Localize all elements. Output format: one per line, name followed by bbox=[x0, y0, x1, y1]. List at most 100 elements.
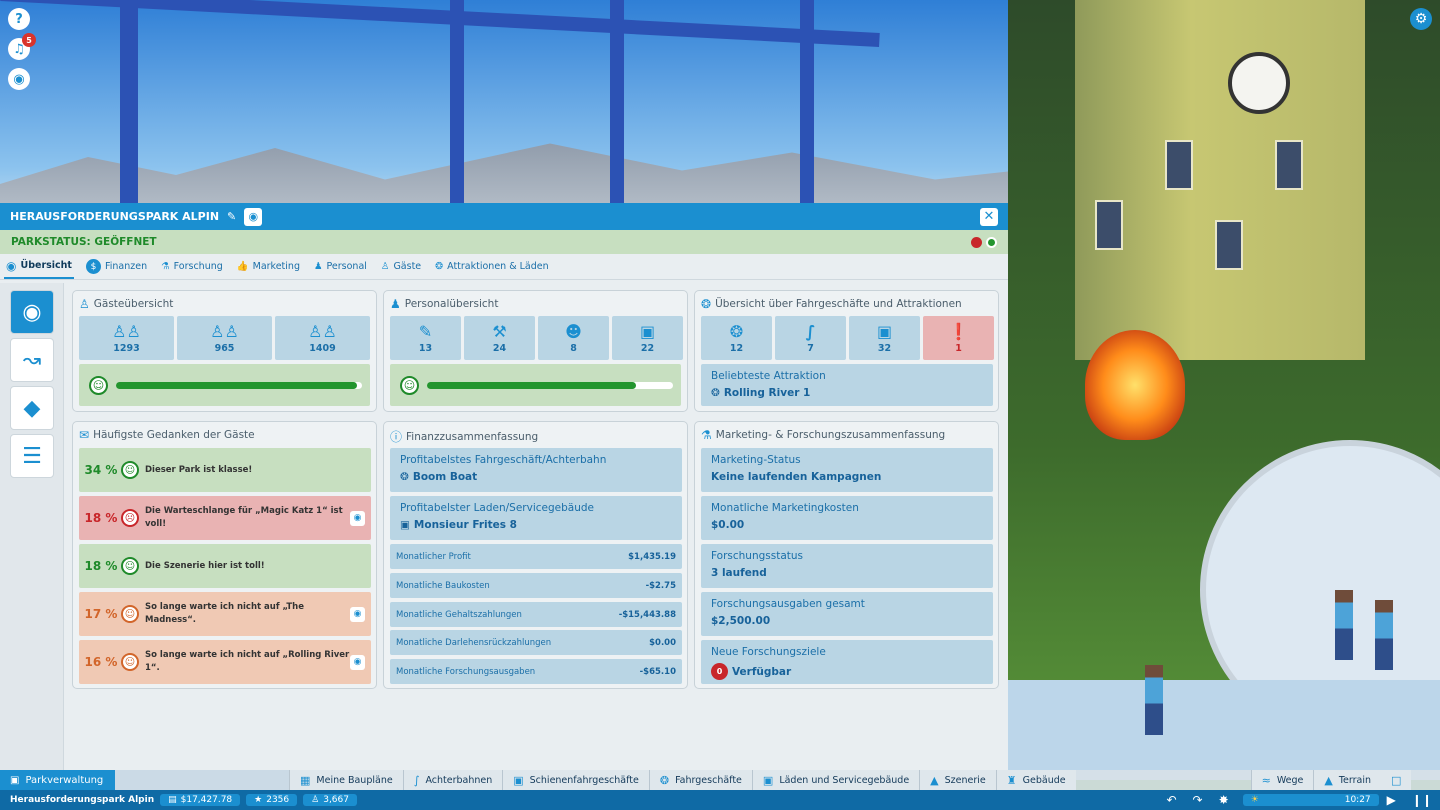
staff-icon: ♟ bbox=[313, 261, 323, 272]
help-icon[interactable]: ? bbox=[8, 8, 30, 30]
row-value: $0.00 bbox=[649, 637, 676, 648]
side-nav: ◉ ↝ ◆ ☰ bbox=[0, 283, 64, 770]
close-button[interactable]: ✕ bbox=[980, 207, 998, 226]
happy-face-icon: ☺ bbox=[121, 461, 139, 479]
tab-attractions[interactable]: ❂ Attraktionen & Läden bbox=[433, 254, 551, 279]
favorite-attraction[interactable]: Beliebteste Attraktion ❂ Rolling River 1 bbox=[701, 364, 993, 406]
guest-stat[interactable]: ♙♙ 1409 bbox=[275, 316, 370, 360]
research-spend[interactable]: Forschungsausgaben gesamt $2,500.00 bbox=[701, 592, 993, 636]
tab-guests[interactable]: ♙ Gäste bbox=[379, 254, 423, 279]
terrain-tab[interactable]: ▲ Terrain bbox=[1313, 770, 1382, 790]
time-value: 10:27 bbox=[1344, 795, 1371, 805]
info-label: Forschungsausgaben gesamt bbox=[711, 598, 865, 610]
cash-icon: ▤ bbox=[168, 795, 177, 805]
ride-stat[interactable]: ▣ 32 bbox=[849, 316, 920, 360]
campfire bbox=[1085, 330, 1185, 440]
overview-eye-icon[interactable]: ◉ bbox=[10, 290, 54, 334]
stat-value: 8 bbox=[570, 343, 577, 354]
thought-text: Die Warteschlange für „Magic Katz 1“ ist… bbox=[145, 506, 343, 529]
tab-label: Achterbahnen bbox=[425, 774, 493, 786]
ferris-wheel-icon: ❂ bbox=[711, 387, 720, 399]
location-icon[interactable]: ◉ bbox=[350, 654, 365, 670]
info-value: Verfügbar bbox=[732, 665, 792, 678]
speech-bubble-icon: ✉ bbox=[79, 428, 90, 442]
happiness-fill bbox=[427, 382, 637, 389]
marketing-status[interactable]: Marketing-Status Keine laufenden Kampagne… bbox=[701, 448, 993, 492]
blueprints-tab[interactable]: ▦ Meine Baupläne bbox=[289, 770, 403, 790]
coasters-tab[interactable]: ∫ Achterbahnen bbox=[402, 770, 503, 790]
tab-label: Läden und Servicegebäude bbox=[779, 774, 910, 786]
finance-summary-card: ⓘ Finanzzusammenfassung Profitabelstes Fa… bbox=[383, 421, 688, 689]
tab-overview[interactable]: ◉ Übersicht bbox=[4, 254, 74, 279]
thought-percent: 18 % bbox=[84, 511, 118, 525]
tab-staff[interactable]: ♟ Personal bbox=[312, 254, 369, 279]
bell-icon[interactable]: ♫ 5 bbox=[8, 33, 36, 60]
new-research-goals[interactable]: Neue Forschungsziele 0 Verfügbar bbox=[701, 640, 993, 684]
marketing-costs[interactable]: Monatliche Marketingkosten $0.00 bbox=[701, 496, 993, 540]
park-status-bar: PARKSTATUS: GEÖFFNET bbox=[0, 230, 1008, 254]
staff-stat[interactable]: ☻ 8 bbox=[538, 316, 609, 360]
most-profitable-shop[interactable]: Profitabelster Laden/Servicegebäude ▣ Mon… bbox=[390, 496, 682, 540]
clock bbox=[1228, 52, 1290, 114]
list-icon[interactable]: ☰ bbox=[10, 434, 54, 478]
play-icon[interactable]: ▶ bbox=[1387, 793, 1396, 807]
staff-stat[interactable]: ▣ 22 bbox=[612, 316, 683, 360]
ride-alert-stat[interactable]: ❗ 1 bbox=[923, 316, 994, 360]
track-rides-tab[interactable]: ▣ Schienenfahrgeschäfte bbox=[502, 770, 649, 790]
pause-icon[interactable]: ❙❙ bbox=[1412, 793, 1432, 807]
edit-icon[interactable]: ✎ bbox=[227, 210, 236, 223]
status-bar: Herausforderungspark Alpin ▤ $17,427.78 ★… bbox=[0, 790, 1440, 810]
guest-view-icon[interactable]: ◉ bbox=[8, 68, 30, 90]
select-area-icon[interactable]: □ bbox=[1381, 770, 1412, 790]
redo-icon[interactable]: ↷ bbox=[1193, 793, 1203, 807]
button-label: Parkverwaltung bbox=[25, 774, 104, 786]
location-icon[interactable]: ◉ bbox=[244, 207, 263, 226]
weather-icon[interactable]: ✸ bbox=[1219, 793, 1229, 807]
ticket-icon[interactable]: ◆ bbox=[10, 386, 54, 430]
location-icon[interactable]: ◉ bbox=[350, 606, 365, 622]
row-value: -$15,443.88 bbox=[618, 609, 676, 620]
money-display[interactable]: ▤ $17,427.78 bbox=[160, 794, 241, 806]
staff-stat[interactable]: ✎ 13 bbox=[390, 316, 461, 360]
row-label: Monatlicher Profit bbox=[396, 551, 471, 562]
most-profitable-ride[interactable]: Profitabelstes Fahrgeschäft/Achterbahn ❂… bbox=[390, 448, 682, 492]
guest-value: 3,667 bbox=[323, 795, 349, 805]
scenery-tab[interactable]: ▲ Szenerie bbox=[919, 770, 996, 790]
card-title: Marketing- & Forschungszusammenfassung bbox=[715, 429, 946, 441]
paths-tab[interactable]: ≈ Wege bbox=[1250, 770, 1314, 790]
tab-marketing[interactable]: 👍 Marketing bbox=[235, 254, 302, 279]
flat-rides-tab[interactable]: ❂ Fahrgeschäfte bbox=[648, 770, 752, 790]
shops-tab[interactable]: ▣ Läden und Servicegebäude bbox=[751, 770, 920, 790]
tab-label: Gebäude bbox=[1022, 774, 1066, 786]
research-status[interactable]: Forschungsstatus 3 laufend bbox=[701, 544, 993, 588]
chart-icon[interactable]: ↝ bbox=[10, 338, 54, 382]
gear-icon[interactable]: ⚙ bbox=[1410, 8, 1432, 30]
rating-display[interactable]: ★ 2356 bbox=[246, 794, 298, 806]
tab-research[interactable]: ⚗ Forschung bbox=[159, 254, 225, 279]
guest-stat[interactable]: ♙♙ 965 bbox=[177, 316, 272, 360]
water bbox=[1008, 680, 1440, 780]
buildings-tab[interactable]: ♜ Gebäude bbox=[995, 770, 1076, 790]
info-value: $2,500.00 bbox=[711, 615, 771, 627]
thought-percent: 17 % bbox=[84, 607, 118, 621]
tab-label: Gäste bbox=[393, 261, 422, 272]
open-park-toggle[interactable] bbox=[986, 236, 997, 248]
guest-stat[interactable]: ♙♙ 1293 bbox=[79, 316, 174, 360]
location-icon[interactable]: ◉ bbox=[350, 510, 365, 526]
time-display: ☀ 10:27 bbox=[1242, 794, 1379, 806]
tab-finances[interactable]: $ Finanzen bbox=[84, 254, 149, 279]
ride-stat[interactable]: ∫ 7 bbox=[775, 316, 846, 360]
park-admin-button[interactable]: ▣ Parkverwaltung bbox=[0, 770, 115, 790]
finance-row: Monatlicher Profit $1,435.19 bbox=[390, 544, 682, 569]
staff-stat[interactable]: ⚒ 24 bbox=[464, 316, 535, 360]
close-park-toggle[interactable] bbox=[971, 236, 982, 248]
money-value: $17,427.78 bbox=[180, 795, 233, 805]
tab-label: Finanzen bbox=[104, 261, 148, 272]
guests-icon: ♙ bbox=[79, 297, 90, 311]
undo-icon[interactable]: ↶ bbox=[1166, 793, 1176, 807]
guest-count-display[interactable]: ♙ 3,667 bbox=[303, 794, 357, 806]
info-label: Forschungsstatus bbox=[711, 550, 804, 562]
ride-stat[interactable]: ❂ 12 bbox=[701, 316, 772, 360]
marketing-research-card: ⚗ Marketing- & Forschungszusammenfassung … bbox=[694, 421, 999, 689]
